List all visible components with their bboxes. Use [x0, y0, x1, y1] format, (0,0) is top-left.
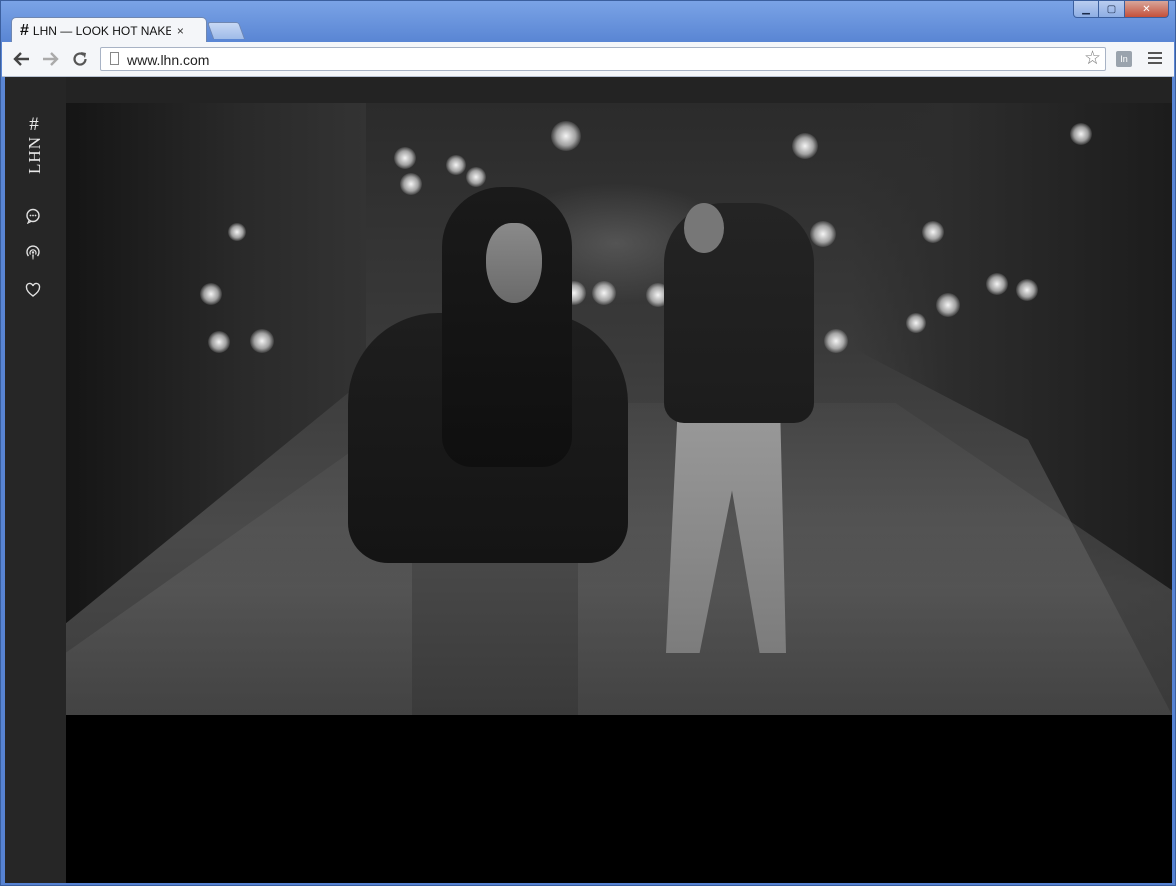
back-arrow-icon — [13, 52, 29, 66]
tab-close-icon[interactable]: × — [177, 24, 184, 38]
photo-light — [400, 173, 422, 195]
photo-light — [208, 331, 230, 353]
maximize-button[interactable]: ▢ — [1099, 1, 1125, 18]
bookmark-star-icon[interactable]: ☆ — [1084, 48, 1101, 70]
reload-button[interactable] — [68, 48, 92, 70]
extension-icon[interactable]: In — [1116, 51, 1132, 67]
window-controls: ▁ ▢ ✕ — [1073, 1, 1169, 19]
photo-light — [936, 293, 960, 317]
photo-light — [1070, 123, 1092, 145]
browser-toolbar: www.lhn.com ☆ In — [2, 42, 1174, 77]
favicon-hash-icon: # — [20, 21, 29, 39]
browser-menu-icon[interactable] — [1148, 52, 1162, 64]
tab-title: LHN — LOOK HOT NAKED — [32, 23, 171, 38]
photo-light — [394, 147, 416, 169]
chat-icon[interactable] — [24, 207, 42, 225]
photo-light — [446, 155, 466, 175]
photo-light — [1016, 279, 1038, 301]
photo-light — [551, 121, 581, 151]
reload-icon — [73, 52, 87, 66]
photo-light — [922, 221, 944, 243]
page-viewport: # LHN — [5, 77, 1172, 883]
hero-photo — [66, 103, 1172, 715]
forward-arrow-icon — [43, 52, 59, 66]
address-bar[interactable]: www.lhn.com ☆ — [100, 47, 1106, 71]
photo-light — [228, 223, 246, 241]
photo-light — [824, 329, 848, 353]
minimize-button[interactable]: ▁ — [1073, 1, 1099, 18]
photo-light — [810, 221, 836, 247]
sidebar: # LHN — [5, 77, 66, 883]
photo-light — [792, 133, 818, 159]
logo-hash: # — [29, 114, 39, 135]
tab-active[interactable]: # LHN — LOOK HOT NAKED × — [11, 17, 207, 43]
close-window-button[interactable]: ✕ — [1125, 1, 1169, 18]
photo-light — [986, 273, 1008, 295]
photo-light — [906, 313, 926, 333]
top-bar — [5, 77, 1172, 103]
new-tab-button[interactable] — [206, 22, 246, 39]
photo-light — [466, 167, 486, 187]
photo-light — [200, 283, 222, 305]
site-logo[interactable]: # LHN — [23, 115, 45, 174]
heart-icon[interactable] — [24, 281, 42, 299]
browser-window: ▁ ▢ ✕ # LHN — LOOK HOT NAKED × www.lhn.c… — [0, 0, 1176, 886]
back-button[interactable] — [10, 48, 34, 70]
photo-man-head — [684, 203, 724, 253]
podcast-icon[interactable] — [24, 244, 42, 262]
photo-light — [592, 281, 616, 305]
page-icon — [110, 52, 119, 65]
photo-woman-jeans — [412, 543, 578, 715]
url-text[interactable]: www.lhn.com — [127, 52, 209, 68]
photo-light — [250, 329, 274, 353]
photo-woman-face — [486, 223, 542, 303]
logo-text: LHN — [24, 136, 44, 174]
forward-button[interactable] — [38, 48, 62, 70]
